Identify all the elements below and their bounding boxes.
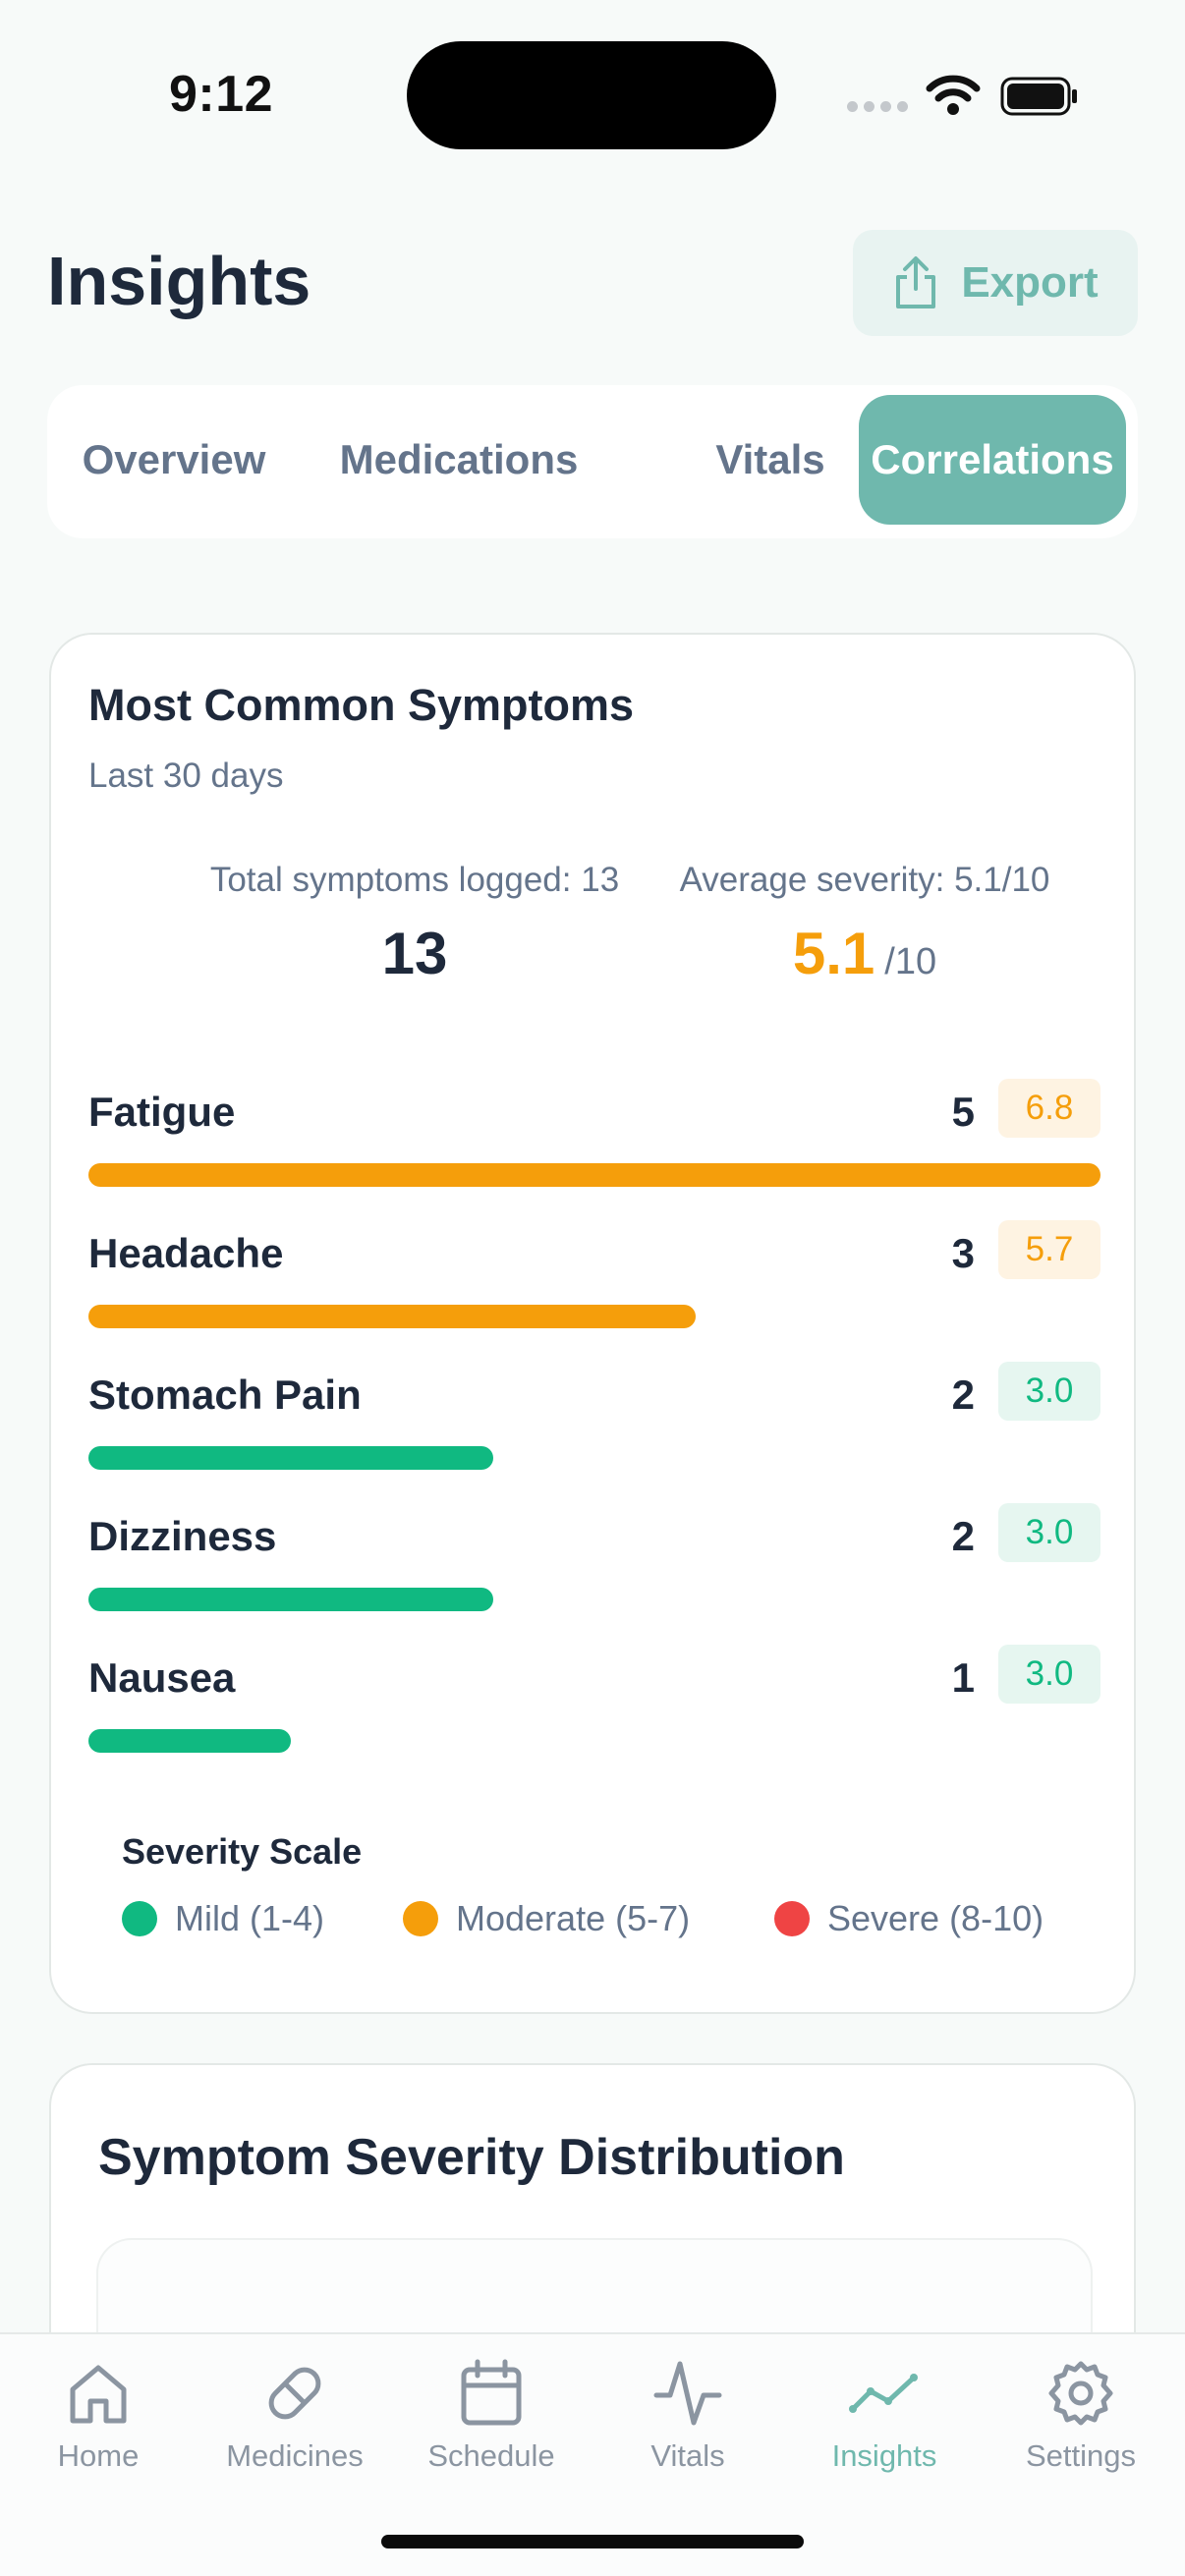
insights-tabs: Overview Medications Vitals Correlations bbox=[47, 385, 1138, 538]
symptom-name: Dizziness bbox=[88, 1513, 277, 1559]
symptom-row[interactable]: Stomach Pain 2 3.0 bbox=[88, 1350, 1100, 1491]
tabbar-settings[interactable]: Settings bbox=[983, 2358, 1179, 2474]
dynamic-island bbox=[407, 41, 776, 149]
mild-dot bbox=[122, 1901, 157, 1936]
symptom-row[interactable]: Nausea 1 3.0 bbox=[88, 1633, 1100, 1774]
tabbar-label: Medicines bbox=[226, 2438, 364, 2473]
card-title: Symptom Severity Distribution bbox=[98, 2129, 845, 2186]
symptom-count: 2 bbox=[951, 1372, 975, 1418]
severity-badge: 5.7 bbox=[998, 1220, 1100, 1279]
moderate-dot bbox=[403, 1901, 438, 1936]
symptom-row[interactable]: Fatigue 5 6.8 bbox=[88, 1067, 1100, 1208]
tabbar-label: Home bbox=[57, 2438, 140, 2473]
symptom-name: Nausea bbox=[88, 1654, 236, 1701]
tab-overview[interactable]: Overview bbox=[81, 395, 267, 525]
wifi-icon bbox=[926, 75, 981, 115]
tabbar-label: Settings bbox=[1025, 2438, 1136, 2473]
symptom-count: 5 bbox=[951, 1089, 975, 1135]
legend-severe-label: Severe (8-10) bbox=[827, 1898, 1044, 1938]
legend-severe: Severe (8-10) bbox=[774, 1898, 1044, 1939]
legend-moderate-label: Moderate (5-7) bbox=[456, 1898, 691, 1938]
trend-icon bbox=[849, 2374, 918, 2413]
page-title: Insights bbox=[47, 243, 311, 319]
legend-mild: Mild (1-4) bbox=[122, 1898, 324, 1939]
severity-scale-title: Severity Scale bbox=[122, 1831, 363, 1872]
average-severity-value: 5.1 bbox=[792, 921, 875, 986]
pill-icon bbox=[268, 2367, 321, 2420]
symptom-name: Fatigue bbox=[88, 1089, 236, 1135]
tabbar-home[interactable]: Home bbox=[0, 2358, 197, 2474]
severity-badge: 3.0 bbox=[998, 1503, 1100, 1562]
symptom-row[interactable]: Dizziness 2 3.0 bbox=[88, 1491, 1100, 1633]
severity-badge: 6.8 bbox=[998, 1079, 1100, 1138]
home-indicator bbox=[381, 2535, 804, 2548]
gear-icon bbox=[1048, 2361, 1113, 2426]
severity-badge: 3.0 bbox=[998, 1645, 1100, 1704]
tabbar-medicines[interactable]: Medicines bbox=[197, 2358, 393, 2474]
average-severity-stat: Average severity: 5.1/10 5.1/10 bbox=[609, 861, 1120, 987]
symptom-name: Stomach Pain bbox=[88, 1372, 362, 1418]
export-button[interactable]: Export bbox=[853, 230, 1138, 336]
calendar-icon bbox=[461, 2359, 522, 2426]
average-severity-unit: /10 bbox=[884, 941, 937, 982]
average-severity-label: Average severity: 5.1/10 bbox=[679, 861, 1050, 899]
symptom-count: 1 bbox=[951, 1654, 975, 1701]
tabbar-label: Insights bbox=[831, 2438, 937, 2473]
home-icon bbox=[70, 2365, 127, 2424]
status-bar: 9:12 bbox=[0, 0, 1185, 187]
most-common-symptoms-card: Most Common Symptoms Last 30 days Total … bbox=[49, 633, 1136, 2014]
symptom-frequency-bar bbox=[88, 1163, 1100, 1187]
share-icon bbox=[896, 256, 936, 308]
symptom-frequency-bar bbox=[88, 1305, 696, 1328]
tabbar-schedule[interactable]: Schedule bbox=[393, 2358, 590, 2474]
symptom-count: 2 bbox=[951, 1513, 975, 1559]
pulse-icon bbox=[653, 2361, 722, 2426]
symptom-count: 3 bbox=[951, 1230, 975, 1276]
cellular-signal-icon bbox=[847, 101, 908, 112]
tab-medications[interactable]: Medications bbox=[326, 395, 592, 525]
export-label: Export bbox=[961, 258, 1099, 307]
card-subtitle: Last 30 days bbox=[88, 756, 284, 795]
tabbar-label: Schedule bbox=[427, 2438, 555, 2473]
severe-dot bbox=[774, 1901, 810, 1936]
tabbar-insights[interactable]: Insights bbox=[786, 2358, 983, 2474]
battery-icon bbox=[1000, 77, 1077, 116]
legend-moderate: Moderate (5-7) bbox=[403, 1898, 690, 1939]
tabbar-label: Vitals bbox=[650, 2438, 725, 2473]
card-title: Most Common Symptoms bbox=[88, 680, 635, 730]
legend-mild-label: Mild (1-4) bbox=[175, 1898, 325, 1938]
symptom-frequency-bar bbox=[88, 1446, 493, 1470]
status-time: 9:12 bbox=[169, 66, 274, 123]
symptom-frequency-bar bbox=[88, 1729, 291, 1753]
tab-correlations[interactable]: Correlations bbox=[859, 395, 1126, 525]
severity-badge: 3.0 bbox=[998, 1362, 1100, 1421]
tabbar-vitals[interactable]: Vitals bbox=[590, 2358, 786, 2474]
symptom-frequency-bar bbox=[88, 1588, 493, 1611]
symptom-name: Headache bbox=[88, 1230, 284, 1276]
symptom-row[interactable]: Headache 3 5.7 bbox=[88, 1208, 1100, 1350]
